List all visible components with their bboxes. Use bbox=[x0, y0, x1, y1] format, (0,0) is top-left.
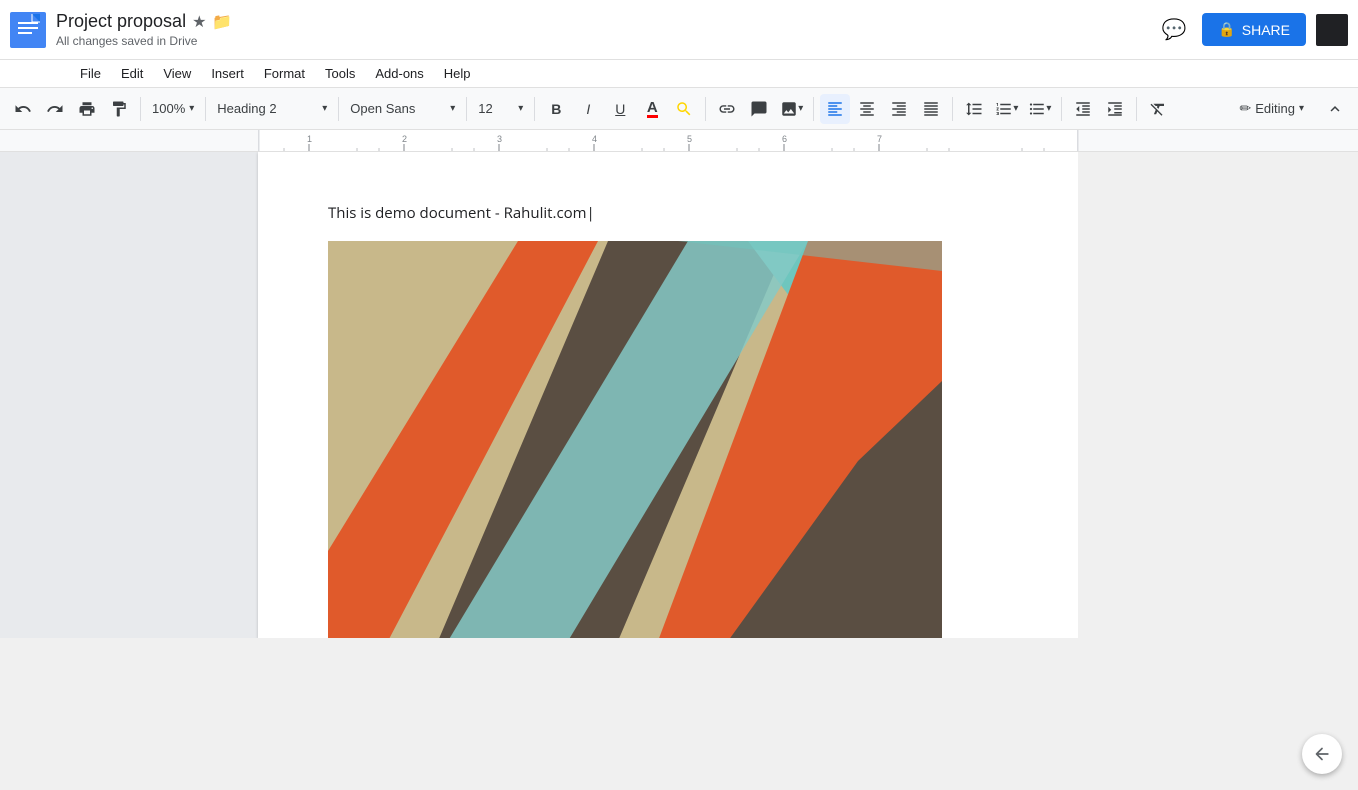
align-center-button[interactable] bbox=[852, 94, 882, 124]
left-margin bbox=[0, 152, 258, 638]
fontsize-value: 12 bbox=[478, 101, 492, 116]
svg-text:3: 3 bbox=[497, 134, 502, 144]
title-bar: Project proposal ★ 📁 All changes saved i… bbox=[0, 0, 1358, 60]
bold-button[interactable]: B bbox=[541, 94, 571, 124]
image-chevron: ▾ bbox=[798, 103, 803, 114]
numbered-list-chevron: ▾ bbox=[1013, 103, 1018, 114]
bulleted-list-chevron: ▾ bbox=[1046, 103, 1051, 114]
menu-file[interactable]: File bbox=[70, 62, 111, 85]
decrease-indent-button[interactable] bbox=[1068, 94, 1098, 124]
editing-mode-label: Editing bbox=[1255, 101, 1295, 116]
divider-7 bbox=[813, 97, 814, 121]
heading-chevron: ▾ bbox=[322, 103, 327, 114]
share-lock-icon: 🔒 bbox=[1218, 21, 1235, 38]
divider-5 bbox=[534, 97, 535, 121]
italic-button[interactable]: I bbox=[573, 94, 603, 124]
menu-view[interactable]: View bbox=[153, 62, 201, 85]
svg-text:2: 2 bbox=[402, 134, 407, 144]
document-title[interactable]: Project proposal bbox=[56, 11, 186, 32]
svg-text:4: 4 bbox=[592, 134, 597, 144]
align-justify-button[interactable] bbox=[916, 94, 946, 124]
font-chevron: ▾ bbox=[450, 103, 455, 114]
heading-value: Heading 2 bbox=[217, 101, 276, 116]
zoom-select[interactable]: 100% ▾ bbox=[147, 95, 199, 123]
divider-9 bbox=[1061, 97, 1062, 121]
svg-text:5: 5 bbox=[687, 134, 692, 144]
link-button[interactable] bbox=[712, 94, 742, 124]
ruler-bar: 1 2 3 4 5 6 7 bbox=[258, 130, 1078, 152]
align-left-button[interactable] bbox=[820, 94, 850, 124]
menu-help[interactable]: Help bbox=[434, 62, 481, 85]
document-page[interactable]: This is demo document - Rahulit.com| bbox=[258, 152, 1078, 638]
print-button[interactable] bbox=[72, 94, 102, 124]
numbered-list-button[interactable]: ▾ bbox=[991, 94, 1022, 124]
highlight-button[interactable] bbox=[669, 94, 699, 124]
menu-insert[interactable]: Insert bbox=[201, 62, 254, 85]
comment-button[interactable] bbox=[744, 94, 774, 124]
editing-mode-chevron: ▾ bbox=[1299, 103, 1304, 114]
share-button[interactable]: 🔒 SHARE bbox=[1202, 13, 1306, 46]
menu-edit[interactable]: Edit bbox=[111, 62, 153, 85]
paint-format-button[interactable] bbox=[104, 94, 134, 124]
save-status: All changes saved in Drive bbox=[56, 34, 1156, 48]
doc-title-row: Project proposal ★ 📁 bbox=[56, 11, 1156, 32]
zoom-chevron: ▾ bbox=[189, 103, 194, 114]
zoom-value: 100% bbox=[152, 101, 185, 116]
increase-indent-button[interactable] bbox=[1100, 94, 1130, 124]
line-spacing-button[interactable] bbox=[959, 94, 989, 124]
undo-button[interactable] bbox=[8, 94, 38, 124]
fontsize-chevron: ▾ bbox=[518, 103, 523, 114]
ruler: 1 2 3 4 5 6 7 bbox=[0, 130, 1358, 152]
divider-10 bbox=[1136, 97, 1137, 121]
content-wrapper: This is demo document - Rahulit.com| bbox=[0, 152, 1358, 790]
document-text[interactable]: This is demo document - Rahulit.com| bbox=[328, 202, 1008, 225]
svg-text:6: 6 bbox=[782, 134, 787, 144]
divider-6 bbox=[705, 97, 706, 121]
share-label: SHARE bbox=[1242, 22, 1290, 38]
menu-bar: File Edit View Insert Format Tools Add-o… bbox=[0, 60, 1358, 88]
image-button[interactable]: ▾ bbox=[776, 94, 807, 124]
font-value: Open Sans bbox=[350, 101, 415, 116]
header-right: 💬 🔒 SHARE bbox=[1156, 12, 1348, 48]
document-image bbox=[328, 241, 942, 639]
align-right-button[interactable] bbox=[884, 94, 914, 124]
docs-app-icon[interactable] bbox=[10, 12, 46, 48]
pencil-icon: ✏ bbox=[1239, 100, 1251, 117]
font-select[interactable]: Open Sans ▾ bbox=[345, 95, 460, 123]
redo-button[interactable] bbox=[40, 94, 70, 124]
account-icon[interactable] bbox=[1316, 14, 1348, 46]
font-size-select[interactable]: 12 ▾ bbox=[473, 95, 528, 123]
text-color-icon: A bbox=[647, 100, 658, 118]
main-content-area: This is demo document - Rahulit.com| bbox=[0, 152, 1078, 638]
clear-formatting-button[interactable] bbox=[1143, 94, 1173, 124]
folder-icon[interactable]: 📁 bbox=[212, 12, 232, 32]
heading-style-select[interactable]: Heading 2 ▾ bbox=[212, 95, 332, 123]
bulleted-list-button[interactable]: ▾ bbox=[1024, 94, 1055, 124]
svg-text:1: 1 bbox=[307, 134, 312, 144]
title-area: Project proposal ★ 📁 All changes saved i… bbox=[56, 11, 1156, 48]
divider-8 bbox=[952, 97, 953, 121]
chat-button[interactable]: 💬 bbox=[1156, 12, 1192, 48]
text-color-button[interactable]: A bbox=[637, 94, 667, 124]
expand-toolbar-button[interactable] bbox=[1320, 94, 1350, 124]
divider-4 bbox=[466, 97, 467, 121]
underline-button[interactable]: U bbox=[605, 94, 635, 124]
menu-format[interactable]: Format bbox=[254, 62, 315, 85]
menu-addons[interactable]: Add-ons bbox=[365, 62, 433, 85]
divider-2 bbox=[205, 97, 206, 121]
toolbar: 100% ▾ Heading 2 ▾ Open Sans ▾ 12 ▾ B I … bbox=[0, 88, 1358, 130]
svg-text:7: 7 bbox=[877, 134, 882, 144]
divider-3 bbox=[338, 97, 339, 121]
star-icon[interactable]: ★ bbox=[192, 12, 206, 32]
editing-mode-button[interactable]: ✏ Editing ▾ bbox=[1229, 96, 1314, 121]
divider-1 bbox=[140, 97, 141, 121]
scroll-assist-button[interactable] bbox=[1302, 734, 1342, 774]
menu-tools[interactable]: Tools bbox=[315, 62, 365, 85]
